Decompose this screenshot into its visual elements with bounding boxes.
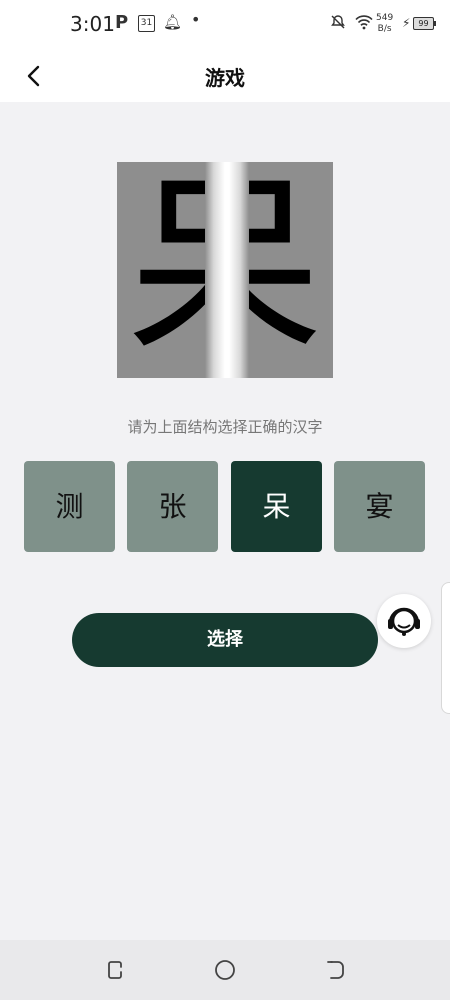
app-header: 游戏	[0, 50, 450, 102]
puzzle-gap	[205, 162, 249, 378]
system-back-button[interactable]	[323, 958, 347, 982]
option-tile[interactable]: 宴	[334, 461, 425, 552]
puzzle-image: 呆	[117, 162, 333, 378]
instruction-text: 请为上面结构选择正确的汉字	[127, 418, 323, 436]
net-speed-value: 549	[376, 13, 394, 23]
status-bar: 3:01 P 31 🔔︎ • 549 B/s ⚡︎ 99	[0, 0, 450, 50]
option-tile[interactable]: 张	[127, 461, 218, 552]
back-icon	[327, 961, 344, 979]
status-time: 3:01	[70, 12, 115, 36]
page-title: 游戏	[205, 66, 245, 90]
qq-bell-icon: 🔔︎	[163, 13, 183, 31]
net-speed-unit: B/s	[377, 24, 392, 34]
select-button[interactable]: 选择	[72, 613, 378, 667]
wifi-icon	[355, 14, 373, 34]
battery-icon: 99	[413, 17, 436, 30]
recent-apps-icon	[108, 961, 122, 979]
option-tile[interactable]: 测	[24, 461, 115, 552]
home-button[interactable]	[213, 958, 237, 982]
side-drawer-handle[interactable]	[441, 582, 450, 714]
system-nav-bar	[0, 940, 450, 1000]
charging-icon: ⚡︎	[402, 16, 411, 30]
network-speed: 549 B/s	[376, 13, 393, 35]
parking-icon: P	[115, 12, 129, 33]
headset-support-icon	[388, 607, 420, 636]
calendar-icon: 31	[138, 15, 155, 32]
option-tile-selected[interactable]: 呆	[231, 461, 322, 552]
mute-icon	[330, 14, 346, 34]
recent-apps-button[interactable]	[103, 958, 127, 982]
dot-icon: •	[191, 10, 201, 29]
option-grid: 测 张 呆 宴	[24, 461, 427, 552]
customer-support-button[interactable]	[377, 594, 431, 648]
home-icon	[215, 960, 235, 980]
